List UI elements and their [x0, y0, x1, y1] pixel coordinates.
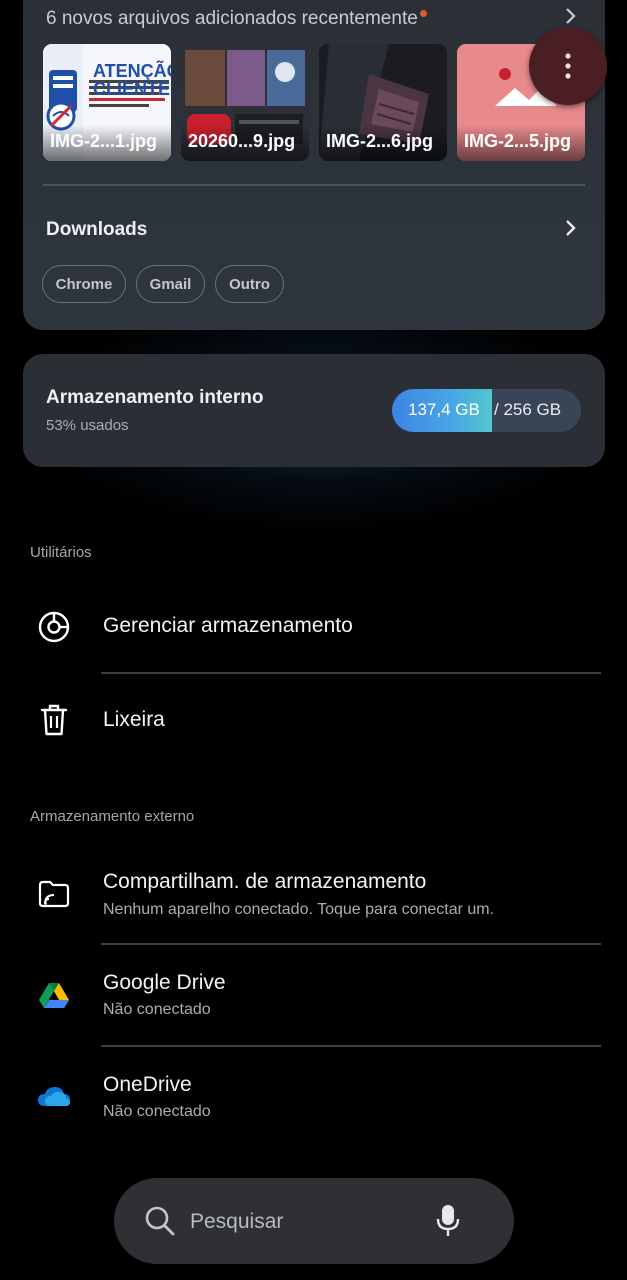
thumbnail-caption: 20260...9.jpg	[181, 125, 309, 161]
list-item-title: OneDrive	[103, 1073, 192, 1096]
recent-downloads-card: 6 novos arquivos adicionados recentement…	[23, 0, 605, 330]
thumbnail-caption: IMG-2...6.jpg	[319, 125, 447, 161]
storage-usage-bar: 137,4 GB / 256 GB	[392, 389, 581, 432]
recent-file-thumbnail[interactable]: IMG-2...6.jpg	[319, 44, 447, 161]
chip-outro[interactable]: Outro	[215, 265, 284, 303]
search-input[interactable]: Pesquisar	[190, 1210, 283, 1234]
storage-title: Armazenamento interno	[46, 387, 264, 408]
recent-file-thumbnail[interactable]: ATENÇÃO CLIENTE IMG-2...1.jpg	[43, 44, 171, 161]
new-indicator-dot	[419, 10, 427, 17]
thumbnail-caption: IMG-2...1.jpg	[43, 125, 171, 161]
list-item-subtitle: Nenhum aparelho conectado. Toque para co…	[103, 901, 495, 918]
thumbnail-caption: IMG-2...5.jpg	[457, 125, 585, 161]
internal-storage-card[interactable]: Armazenamento interno 53% usados 137,4 G…	[23, 354, 605, 467]
recent-file-thumbnail[interactable]: 20260...9.jpg	[181, 44, 309, 161]
list-item-title: Gerenciar armazenamento	[103, 614, 353, 637]
more-vertical-icon	[565, 53, 571, 79]
utilities-section-label: Utilitários	[30, 544, 92, 561]
search-icon	[144, 1205, 176, 1242]
thumbnail-headline: CLIENTE	[93, 79, 171, 99]
section-divider	[43, 184, 585, 186]
trash-icon	[34, 700, 74, 740]
list-item-subtitle: Não conectado	[103, 1001, 211, 1018]
list-separator	[101, 943, 601, 945]
storage-used-value: 137,4 GB	[408, 400, 480, 419]
storage-total-value: / 256 GB	[494, 400, 562, 419]
more-options-button[interactable]	[529, 27, 607, 105]
google-drive-icon	[34, 975, 74, 1015]
microphone-icon[interactable]	[436, 1204, 460, 1243]
external-storage-section-label: Armazenamento externo	[30, 808, 195, 825]
thumbnail-headline: ATENÇÃO	[93, 61, 171, 81]
downloads-chevron-right-icon[interactable]	[564, 218, 578, 244]
list-item-title: Lixeira	[103, 708, 165, 731]
list-item-title: Google Drive	[103, 971, 226, 994]
storage-share-icon	[34, 874, 74, 914]
list-item-subtitle: Não conectado	[103, 1103, 211, 1120]
onedrive-icon	[34, 1076, 74, 1116]
chip-gmail[interactable]: Gmail	[136, 265, 205, 303]
storage-usage-percent: 53% usados	[46, 417, 129, 434]
recent-files-header-text: 6 novos arquivos adicionados recentement…	[46, 8, 418, 29]
list-item-title: Compartilham. de armazenamento	[103, 870, 427, 893]
search-bar[interactable]: Pesquisar	[114, 1178, 514, 1264]
downloads-title[interactable]: Downloads	[46, 219, 147, 241]
list-separator	[101, 672, 601, 674]
chip-chrome[interactable]: Chrome	[42, 265, 126, 303]
storage-manager-icon	[34, 607, 74, 647]
list-separator	[101, 1045, 601, 1047]
recent-files-header[interactable]: 6 novos arquivos adicionados recentement…	[46, 8, 427, 30]
